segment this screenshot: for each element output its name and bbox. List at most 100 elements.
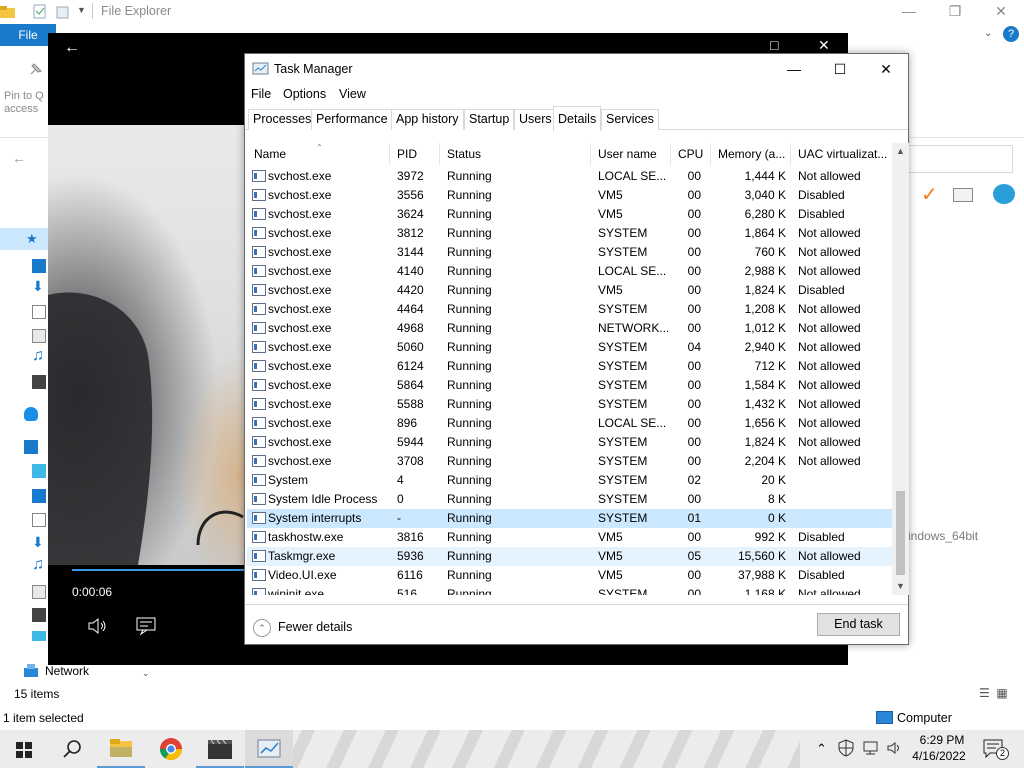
taskbar-chrome[interactable]	[147, 730, 195, 768]
documents-icon[interactable]	[32, 305, 46, 319]
download-icon[interactable]: ⬇	[32, 279, 46, 293]
check-icon[interactable]: ✓	[921, 182, 938, 207]
star-icon[interactable]: ★	[26, 231, 38, 247]
tab-processes[interactable]: Processes	[248, 109, 317, 130]
network-label[interactable]: Network	[45, 664, 89, 678]
pictures-icon-2[interactable]	[32, 585, 46, 599]
process-row[interactable]: svchost.exe 5944 Running SYSTEM 00 1,824 K Not…	[247, 433, 892, 452]
process-row[interactable]: svchost.exe 3624 Running VM5 00 6,280 K Disabl…	[247, 205, 892, 224]
process-row[interactable]: System Idle Process 0 Running SYSTEM 00 8 K	[247, 490, 892, 509]
help-icon[interactable]: ?	[1003, 26, 1019, 42]
music-icon[interactable]: ♫	[32, 348, 46, 364]
music-icon-2[interactable]: ♫	[32, 557, 46, 573]
process-row[interactable]: svchost.exe 3708 Running SYSTEM 00 2,204 K Not…	[247, 452, 892, 471]
desktop-icon-2[interactable]	[32, 489, 46, 503]
process-row[interactable]: svchost.exe 4968 Running NETWORK... 00 1,012 …	[247, 319, 892, 338]
column-cpu[interactable]: CPU	[671, 143, 711, 165]
column-pid[interactable]: PID	[390, 143, 440, 165]
tab-users[interactable]: Users	[514, 109, 557, 130]
scroll-up-icon[interactable]: ▲	[896, 146, 905, 156]
collapse-chevron-icon[interactable]: ⌃	[253, 619, 271, 637]
process-row[interactable]: svchost.exe 4464 Running SYSTEM 00 1,208 K Not…	[247, 300, 892, 319]
onedrive-icon[interactable]	[24, 407, 38, 421]
file-name-fragment[interactable]: indows_64bit	[908, 529, 978, 543]
shell-icon[interactable]	[993, 184, 1015, 204]
task-manager-titlebar[interactable]: Task Manager — ☐ ✕	[245, 54, 908, 84]
local-disk-icon[interactable]	[32, 631, 46, 641]
back-arrow-icon[interactable]: ←	[12, 150, 26, 166]
column-memory[interactable]: Memory (a...	[711, 143, 791, 165]
new-folder-icon[interactable]	[56, 4, 70, 20]
process-row[interactable]: svchost.exe 5864 Running SYSTEM 00 1,584 K Not…	[247, 376, 892, 395]
process-row[interactable]: svchost.exe 896 Running LOCAL SE... 00 1,656 …	[247, 414, 892, 433]
videos-icon[interactable]	[32, 375, 46, 389]
process-row[interactable]: svchost.exe 4140 Running LOCAL SE... 00 2,988…	[247, 262, 892, 281]
column-name[interactable]: Name ⌃	[247, 143, 390, 165]
download-icon-2[interactable]: ⬇	[32, 535, 46, 549]
search-button[interactable]	[48, 730, 96, 768]
tab-performance[interactable]: Performance	[311, 109, 393, 130]
minimize-button[interactable]: —	[886, 0, 932, 24]
process-row[interactable]: svchost.exe 3812 Running SYSTEM 00 1,864 K Not…	[247, 224, 892, 243]
process-row[interactable]: svchost.exe 5588 Running SYSTEM 00 1,432 K Not…	[247, 395, 892, 414]
process-row[interactable]: taskhostw.exe 3816 Running VM5 00 992 K Disabl…	[247, 528, 892, 547]
close-icon[interactable]: ✕	[818, 37, 830, 54]
process-row[interactable]: svchost.exe 4420 Running VM5 00 1,824 K Disabl…	[247, 281, 892, 300]
process-row[interactable]: Taskmgr.exe 5936 Running VM5 05 15,560 K Not a…	[247, 547, 892, 566]
maximize-button[interactable]: ❐	[932, 0, 978, 24]
clock-date[interactable]: 4/16/2022	[906, 748, 972, 764]
3d-objects-icon[interactable]	[32, 464, 46, 478]
quick-access-selection[interactable]	[0, 228, 48, 250]
clock-time[interactable]: 6:29 PM	[912, 732, 972, 748]
search-box[interactable]	[905, 145, 1013, 173]
process-row[interactable]: wininit.exe 516 Running SYSTEM 00 1,168 K Not …	[247, 585, 892, 595]
vertical-scrollbar[interactable]: ▲ ▼	[892, 143, 909, 595]
tab-details[interactable]: Details	[553, 106, 602, 131]
menu-options[interactable]: Options	[283, 87, 326, 101]
folder-icon[interactable]	[0, 4, 16, 20]
end-task-button[interactable]: End task	[817, 613, 900, 636]
scroll-down-icon[interactable]: ▼	[896, 581, 905, 591]
pin-icon[interactable]	[26, 58, 48, 80]
quick-access-dropdown-icon[interactable]: ▼	[77, 5, 86, 15]
scrollbar-thumb[interactable]	[896, 491, 905, 575]
fewer-details-link[interactable]: Fewer details	[278, 620, 352, 634]
column-user-name[interactable]: User name	[591, 143, 671, 165]
process-row[interactable]: svchost.exe 6124 Running SYSTEM 00 712 K Not a…	[247, 357, 892, 376]
desktop-icon[interactable]	[32, 259, 46, 273]
minimize-button[interactable]: —	[771, 54, 817, 84]
ribbon-collapse-icon[interactable]: ⌄	[984, 28, 992, 39]
view-toggle-icons[interactable]: ☰ ▦	[979, 686, 1008, 700]
pictures-icon[interactable]	[32, 329, 46, 343]
rename-icon[interactable]	[953, 188, 973, 202]
process-row[interactable]: svchost.exe 3972 Running LOCAL SE... 00 1,444…	[247, 167, 892, 186]
taskbar-video-editor[interactable]	[196, 730, 244, 768]
close-button[interactable]: ✕	[978, 0, 1024, 24]
pin-to-quick-access-label[interactable]: Pin to Q access	[4, 90, 48, 116]
tab-services[interactable]: Services	[601, 109, 659, 130]
maximize-icon[interactable]: □	[770, 37, 778, 53]
videos-icon-2[interactable]	[32, 608, 46, 622]
security-shield-icon[interactable]	[838, 739, 854, 757]
volume-icon[interactable]	[86, 615, 108, 637]
process-row[interactable]: System interrupts - Running SYSTEM 01 0 K	[247, 509, 892, 528]
column-status[interactable]: Status	[440, 143, 591, 165]
network-icon[interactable]	[23, 663, 41, 679]
captions-icon[interactable]	[135, 615, 157, 637]
network-expand-icon[interactable]: ⌄	[142, 668, 150, 679]
process-row[interactable]: Video.UI.exe 6116 Running VM5 00 37,988 K Disa…	[247, 566, 892, 585]
network-tray-icon[interactable]	[862, 740, 880, 756]
documents-icon-2[interactable]	[32, 513, 46, 527]
menu-file[interactable]: File	[251, 87, 271, 101]
menu-view[interactable]: View	[339, 87, 366, 101]
process-row[interactable]: System 4 Running SYSTEM 02 20 K	[247, 471, 892, 490]
column-uac-virtualization[interactable]: UAC virtualizat...	[791, 143, 892, 165]
taskbar-file-explorer[interactable]	[97, 730, 145, 768]
process-row[interactable]: svchost.exe 3556 Running VM5 00 3,040 K Disabl…	[247, 186, 892, 205]
process-row[interactable]: svchost.exe 5060 Running SYSTEM 04 2,940 K Not…	[247, 338, 892, 357]
show-hidden-icons-icon[interactable]: ⌃	[816, 741, 827, 757]
close-button[interactable]: ✕	[863, 54, 909, 84]
back-arrow-icon[interactable]: ←	[64, 39, 80, 57]
tab-app-history[interactable]: App history	[391, 109, 464, 130]
start-button[interactable]	[0, 730, 48, 768]
